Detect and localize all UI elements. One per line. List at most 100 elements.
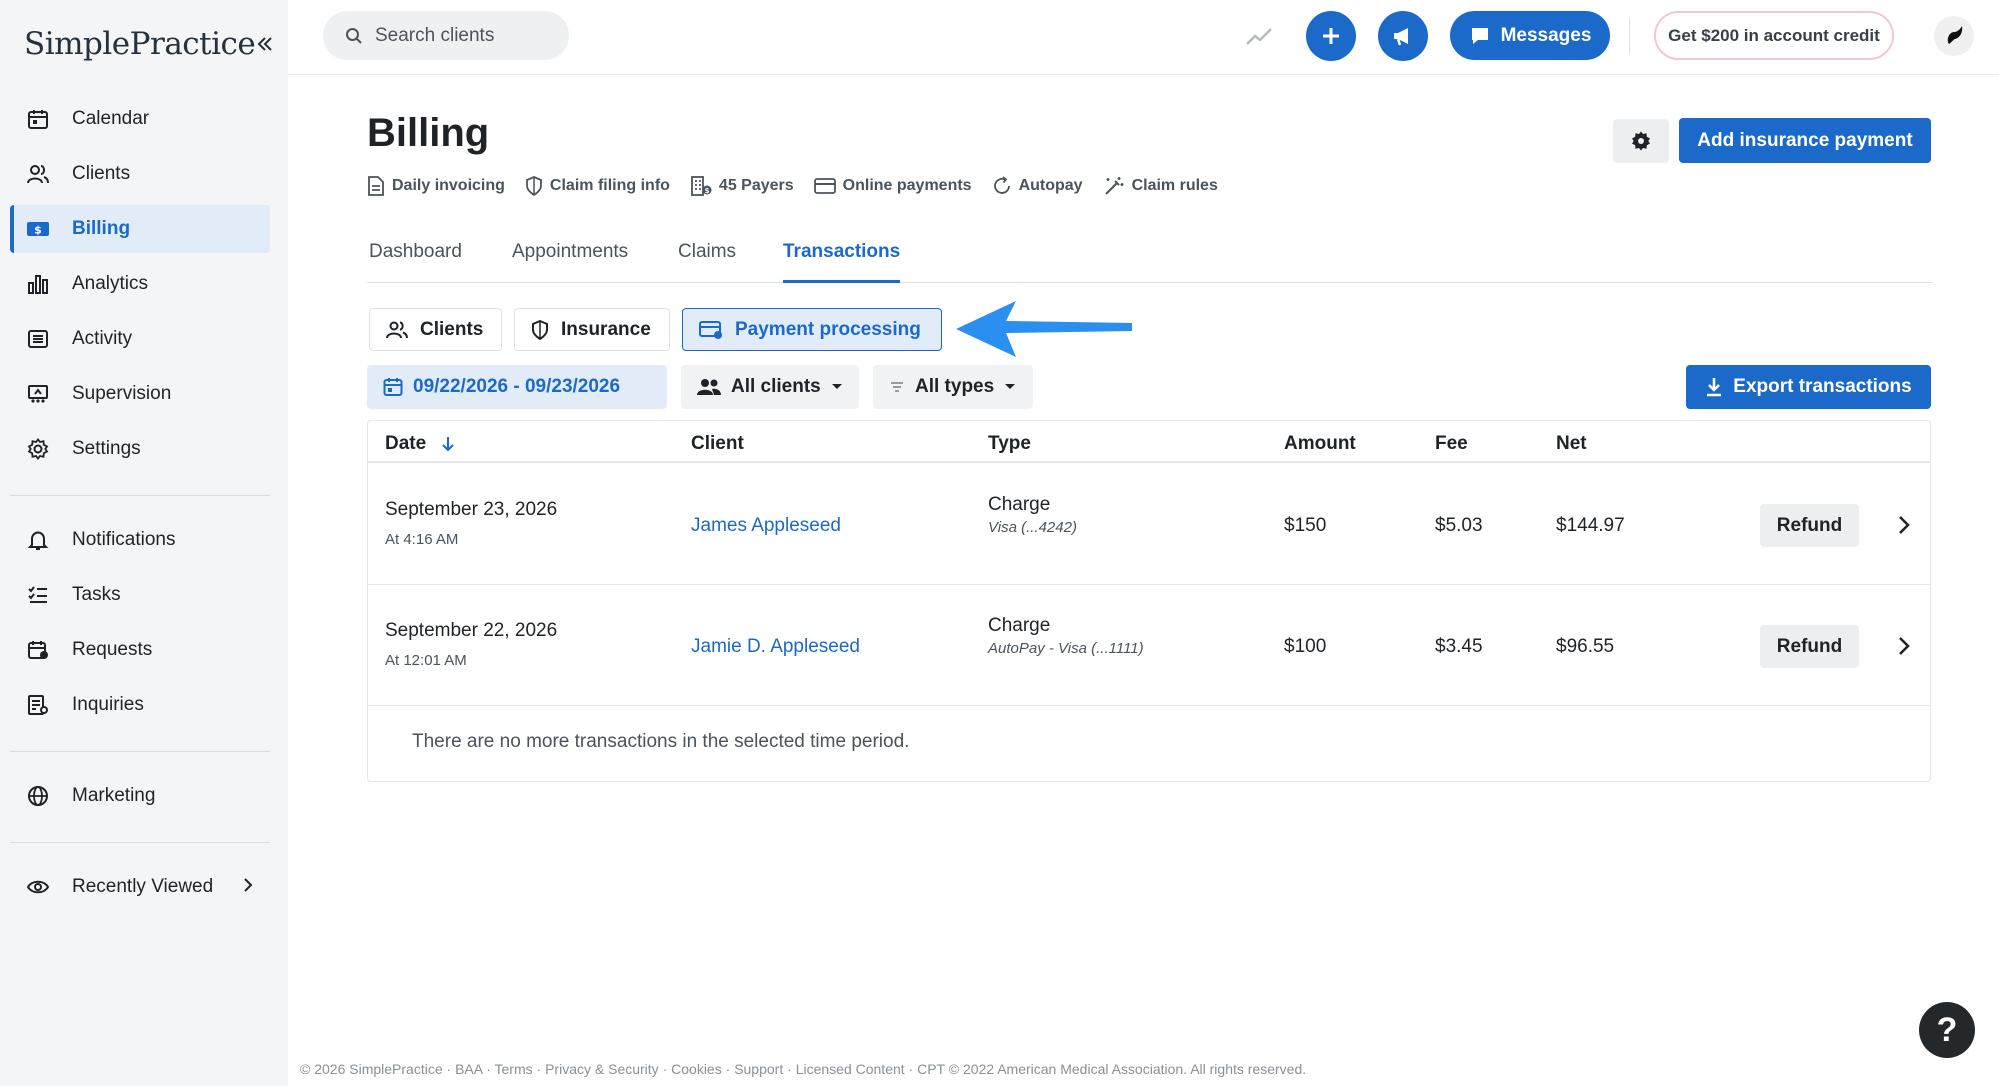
subnav-autopay[interactable]: Autopay	[992, 176, 1083, 196]
tasks-icon	[26, 583, 50, 607]
subnav-claim-rules[interactable]: Claim rules	[1103, 175, 1218, 197]
table-header: Date Client Type Amount Fee Net	[368, 421, 1930, 463]
footer-link[interactable]: Privacy & Security	[545, 1061, 659, 1077]
eye-icon	[26, 875, 50, 899]
messages-button[interactable]: Messages	[1450, 11, 1610, 60]
sidebar-divider	[10, 495, 270, 496]
types-filter[interactable]: All types	[873, 365, 1033, 409]
refund-button[interactable]: Refund	[1760, 504, 1859, 547]
segment-insurance[interactable]: Insurance	[514, 308, 670, 351]
supervision-icon	[26, 382, 50, 406]
collapse-sidebar-button[interactable]	[255, 29, 275, 59]
trend-chart-icon[interactable]	[1244, 22, 1274, 52]
subnav-daily-invoicing[interactable]: Daily invoicing	[367, 176, 505, 196]
avatar[interactable]	[1934, 16, 1974, 56]
billing-settings-button[interactable]	[1613, 119, 1669, 163]
footer-link[interactable]: Cookies	[671, 1061, 722, 1077]
tab-dashboard[interactable]: Dashboard	[369, 229, 462, 283]
sidebar-item-marketing[interactable]: Marketing	[10, 772, 270, 820]
transactions-table: Date Client Type Amount Fee Net Septembe…	[367, 420, 1931, 782]
chevron-right-icon[interactable]	[1892, 513, 1916, 537]
search-input[interactable]	[375, 24, 555, 47]
table-row[interactable]: September 22, 2026 At 12:01 AM Jamie D. …	[368, 586, 1930, 706]
subnav-label: Daily invoicing	[392, 177, 505, 194]
caret-down-icon	[831, 383, 843, 391]
footer-link[interactable]: BAA	[455, 1061, 482, 1077]
search-box[interactable]	[323, 11, 569, 60]
segment-clients[interactable]: Clients	[369, 308, 502, 351]
subnav-label: Autopay	[1018, 177, 1083, 194]
export-transactions-button[interactable]: Export transactions	[1686, 365, 1931, 409]
top-bar: Messages Get $200 in account credit	[288, 0, 1999, 75]
calendar-icon	[383, 377, 403, 397]
segment-label: Insurance	[561, 318, 651, 340]
footer: © 2026 SimplePractice · BAA · Terms · Pr…	[300, 1061, 1307, 1077]
sidebar-divider	[10, 751, 270, 752]
transaction-date: September 23, 2026	[385, 499, 558, 520]
subnav-online-payments[interactable]: Online payments	[813, 177, 972, 195]
calendar-icon	[26, 107, 50, 131]
sidebar-item-notifications[interactable]: Notifications	[10, 516, 270, 564]
subnav-label: Claim filing info	[549, 177, 670, 194]
tab-transactions[interactable]: Transactions	[783, 229, 901, 283]
sidebar-item-requests[interactable]: Requests	[10, 626, 270, 674]
clients-filter[interactable]: All clients	[681, 365, 859, 409]
date-range-filter[interactable]: 09/22/2026 - 09/23/2026	[367, 365, 667, 409]
sidebar: SimplePractice Calendar Clients $ Billin…	[0, 0, 288, 1086]
announcements-button[interactable]	[1378, 11, 1428, 61]
column-header-type: Type	[988, 433, 1031, 454]
transaction-net: $144.97	[1556, 515, 1625, 536]
transaction-type-detail: Visa (...4242)	[988, 519, 1077, 536]
footer-link[interactable]: Licensed Content	[796, 1061, 905, 1077]
sidebar-item-label: Supervision	[72, 383, 172, 404]
sidebar-item-settings[interactable]: Settings	[10, 425, 270, 473]
app-logo[interactable]: SimplePractice	[24, 26, 256, 62]
sidebar-item-recently-viewed[interactable]: Recently Viewed	[10, 863, 270, 911]
footer-link[interactable]: Terms	[495, 1061, 533, 1077]
subnav-payers[interactable]: $ 45 Payers	[690, 175, 794, 197]
sidebar-item-label: Requests	[72, 639, 153, 660]
sidebar-item-billing[interactable]: $ Billing	[10, 205, 270, 253]
logo-row: SimplePractice	[24, 22, 274, 66]
download-icon	[1705, 377, 1723, 397]
sidebar-item-label: Activity	[72, 328, 133, 349]
subnav-label: Claim rules	[1131, 177, 1218, 194]
tab-claims[interactable]: Claims	[678, 229, 736, 283]
column-header-net: Net	[1556, 433, 1587, 454]
footer-link[interactable]: Support	[734, 1061, 783, 1077]
building-icon: $	[690, 175, 712, 197]
tab-appointments[interactable]: Appointments	[512, 229, 628, 283]
table-row[interactable]: September 23, 2026 At 4:16 AM James Appl…	[368, 465, 1930, 585]
transaction-fee: $5.03	[1435, 515, 1483, 536]
sidebar-item-analytics[interactable]: Analytics	[10, 260, 270, 308]
sidebar-item-tasks[interactable]: Tasks	[10, 571, 270, 619]
add-insurance-payment-button[interactable]: Add insurance payment	[1679, 118, 1931, 163]
create-new-button[interactable]	[1306, 11, 1356, 61]
subnav-label: 45 Payers	[718, 177, 794, 194]
sidebar-item-activity[interactable]: Activity	[10, 315, 270, 363]
double-chevron-left-icon	[257, 37, 272, 51]
client-link[interactable]: Jamie D. Appleseed	[691, 636, 860, 658]
refund-button[interactable]: Refund	[1760, 625, 1859, 668]
sidebar-item-inquiries[interactable]: Inquiries	[10, 681, 270, 729]
transaction-type: Charge	[988, 494, 1051, 515]
account-credit-button[interactable]: Get $200 in account credit	[1654, 11, 1894, 60]
sort-arrow-down-icon[interactable]	[440, 435, 456, 453]
column-header-fee: Fee	[1435, 433, 1468, 454]
sidebar-divider	[10, 842, 270, 843]
sidebar-item-supervision[interactable]: Supervision	[10, 370, 270, 418]
chevron-right-icon	[238, 875, 258, 900]
export-label: Export transactions	[1733, 376, 1912, 397]
megaphone-icon	[1394, 28, 1408, 46]
help-button[interactable]: ?	[1919, 1002, 1975, 1058]
segment-payment-processing[interactable]: Payment processing	[682, 308, 942, 351]
column-header-date[interactable]: Date	[385, 433, 456, 455]
search-icon	[345, 26, 365, 46]
sidebar-item-clients[interactable]: Clients	[10, 150, 270, 198]
chevron-right-icon[interactable]	[1892, 634, 1916, 658]
sidebar-item-calendar[interactable]: Calendar	[10, 95, 270, 143]
client-link[interactable]: James Appleseed	[691, 515, 841, 537]
shield-icon	[531, 319, 549, 340]
subnav-claim-filing-info[interactable]: Claim filing info	[525, 176, 670, 196]
types-filter-label: All types	[915, 376, 995, 397]
